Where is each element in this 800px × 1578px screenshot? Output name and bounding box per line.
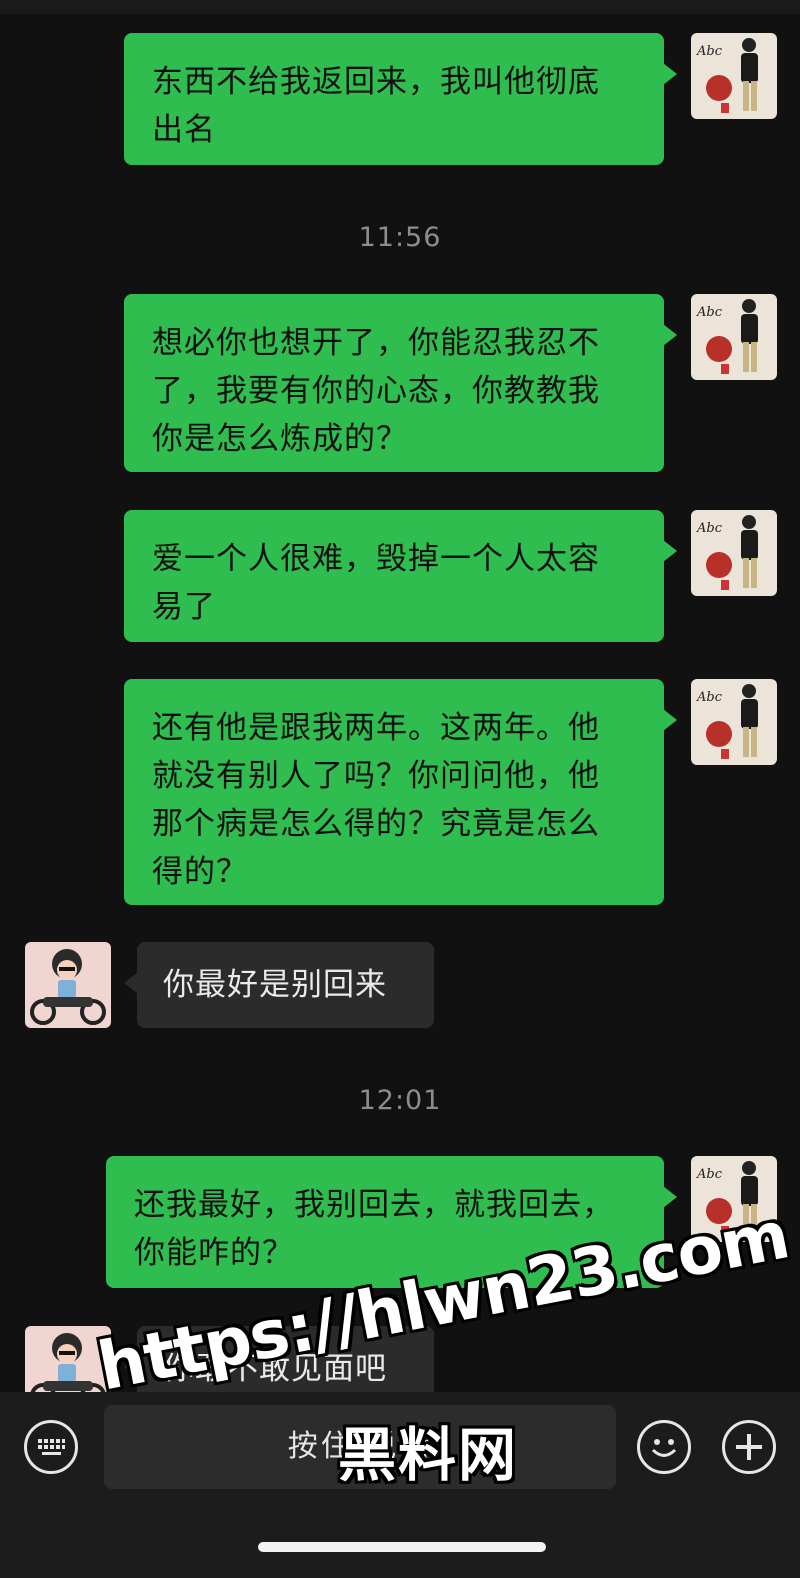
svg-text:Abc: Abc (696, 690, 723, 705)
svg-text:Abc: Abc (696, 44, 723, 59)
contact-avatar[interactable] (25, 942, 111, 1028)
message-line: 爱一个人很难，毁掉一个人太容 (152, 541, 600, 577)
watermark-site-name: 黑料网 (338, 1421, 519, 1489)
message-line: 你最好是别回来 (163, 967, 387, 1003)
message-bubble-outgoing[interactable]: 爱一个人很难，毁掉一个人太容 易了 (124, 510, 677, 642)
svg-text:Abc: Abc (696, 305, 723, 320)
plus-icon (736, 1434, 762, 1460)
message-line: 出名 (152, 112, 216, 148)
my-avatar[interactable]: Abc (691, 679, 777, 765)
svg-text:Abc: Abc (696, 1167, 723, 1182)
message-line: 就没有别人了吗？你问问他，他 (152, 758, 600, 794)
message-line: 那个病是怎么得的？究竟是怎么 (152, 806, 600, 842)
message-bubble-outgoing[interactable]: 想必你也想开了，你能忍我忍不 了，我要有你的心态，你教教我 你是怎么炼成的？ (124, 294, 677, 472)
plus-button[interactable] (722, 1420, 776, 1474)
message-line: 了，我要有你的心态，你教教我 (152, 373, 600, 409)
message-line: 易了 (152, 589, 216, 625)
message-line: 你是怎么炼成的？ (152, 421, 408, 457)
message-bubble-outgoing[interactable]: 东西不给我返回来，我叫他彻底 出名 (124, 33, 677, 165)
keyboard-button[interactable] (24, 1420, 78, 1474)
message-bubble-outgoing[interactable]: 还有他是跟我两年。这两年。他 就没有别人了吗？你问问他，他 那个病是怎么得的？究… (124, 679, 677, 905)
message-line: 还我最好，我别回去，就我回去， (134, 1187, 614, 1223)
keyboard-icon (38, 1439, 65, 1455)
timestamp: 12:01 (358, 1085, 442, 1116)
my-avatar[interactable]: Abc (691, 294, 777, 380)
status-bar (0, 0, 800, 14)
emoji-icon (651, 1439, 677, 1457)
timestamp: 11:56 (358, 222, 442, 253)
message-line: 东西不给我返回来，我叫他彻底 (152, 64, 600, 100)
my-avatar[interactable]: Abc (691, 510, 777, 596)
svg-text:Abc: Abc (696, 521, 723, 536)
message-line: 想必你也想开了，你能忍我忍不 (152, 325, 600, 361)
message-line: 得的？ (152, 854, 248, 890)
home-indicator (258, 1542, 546, 1552)
emoji-button[interactable] (637, 1420, 691, 1474)
message-bubble-incoming[interactable]: 你最好是别回来 (124, 942, 434, 1028)
message-line: 还有他是跟我两年。这两年。他 (152, 710, 600, 746)
my-avatar[interactable]: Abc (691, 33, 777, 119)
